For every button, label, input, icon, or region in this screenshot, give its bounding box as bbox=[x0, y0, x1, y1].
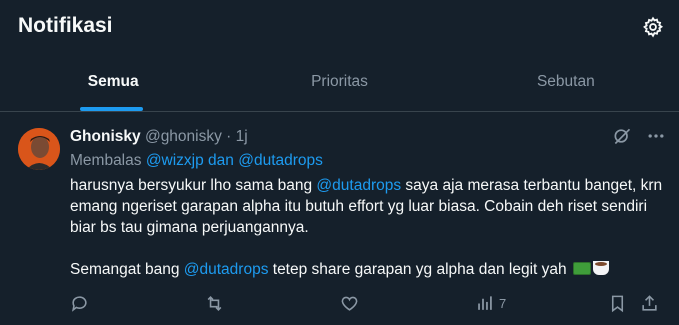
separator: · bbox=[221, 128, 236, 145]
reply-button[interactable] bbox=[70, 294, 89, 313]
action-bar: 7 bbox=[70, 292, 665, 318]
reply-prefix: Membalas bbox=[70, 152, 146, 169]
text: harusnya bersyukur lho sama bang bbox=[70, 177, 317, 194]
repost-icon bbox=[207, 296, 222, 311]
views-button[interactable]: 7 bbox=[475, 294, 506, 313]
view-count: 7 bbox=[499, 296, 507, 311]
reply-to-link[interactable]: @wizxjp dan @dutadrops bbox=[146, 152, 323, 169]
money-emoji-icon bbox=[572, 262, 591, 275]
author-line: Ghonisky @ghonisky · 1j bbox=[70, 128, 248, 146]
reply-context: Membalas @wizxjp dan @dutadrops bbox=[70, 152, 323, 170]
paragraph-1: harusnya bersyukur lho sama bang @dutadr… bbox=[70, 175, 670, 238]
reply-icon bbox=[71, 296, 87, 312]
bookmark-button[interactable] bbox=[608, 294, 627, 313]
header: Notifikasi bbox=[0, 0, 679, 52]
page-title: Notifikasi bbox=[18, 14, 113, 37]
heart-icon bbox=[341, 296, 358, 311]
paragraph-2: Semangat bang @dutadrops tetep share gar… bbox=[70, 259, 670, 280]
coffee-emoji-icon bbox=[592, 261, 609, 275]
text: tetep share garapan yg alpha dan legit y… bbox=[268, 261, 567, 278]
post-time[interactable]: 1j bbox=[236, 128, 248, 145]
gear-icon[interactable] bbox=[640, 14, 666, 40]
grok-icon[interactable] bbox=[612, 126, 632, 151]
avatar[interactable] bbox=[18, 128, 60, 170]
share-icon bbox=[642, 295, 657, 311]
text: Semangat bang bbox=[70, 261, 184, 278]
tab-sebutan[interactable]: Sebutan bbox=[453, 52, 679, 112]
repost-button[interactable] bbox=[205, 294, 224, 313]
tab-label: Semua bbox=[87, 73, 139, 90]
mention-link[interactable]: @dutadrops bbox=[316, 177, 401, 194]
like-button[interactable] bbox=[340, 294, 359, 313]
post[interactable]: Ghonisky @ghonisky · 1j Membalas @wizxjp… bbox=[0, 112, 679, 325]
tab-label: Sebutan bbox=[536, 73, 595, 90]
share-button[interactable] bbox=[640, 294, 659, 313]
more-icon[interactable] bbox=[646, 126, 666, 151]
views-icon bbox=[478, 296, 492, 310]
author-handle[interactable]: @ghonisky bbox=[145, 128, 222, 145]
author-name[interactable]: Ghonisky bbox=[70, 128, 141, 145]
bookmark-icon bbox=[611, 295, 624, 313]
tab-prioritas[interactable]: Prioritas bbox=[226, 52, 452, 112]
tab-label: Prioritas bbox=[311, 73, 368, 90]
tab-bar: Semua Prioritas Sebutan bbox=[0, 52, 679, 112]
post-icons bbox=[612, 126, 666, 151]
tab-semua[interactable]: Semua bbox=[0, 52, 226, 112]
mention-link[interactable]: @dutadrops bbox=[184, 261, 269, 278]
post-body: harusnya bersyukur lho sama bang @dutadr… bbox=[70, 175, 670, 301]
